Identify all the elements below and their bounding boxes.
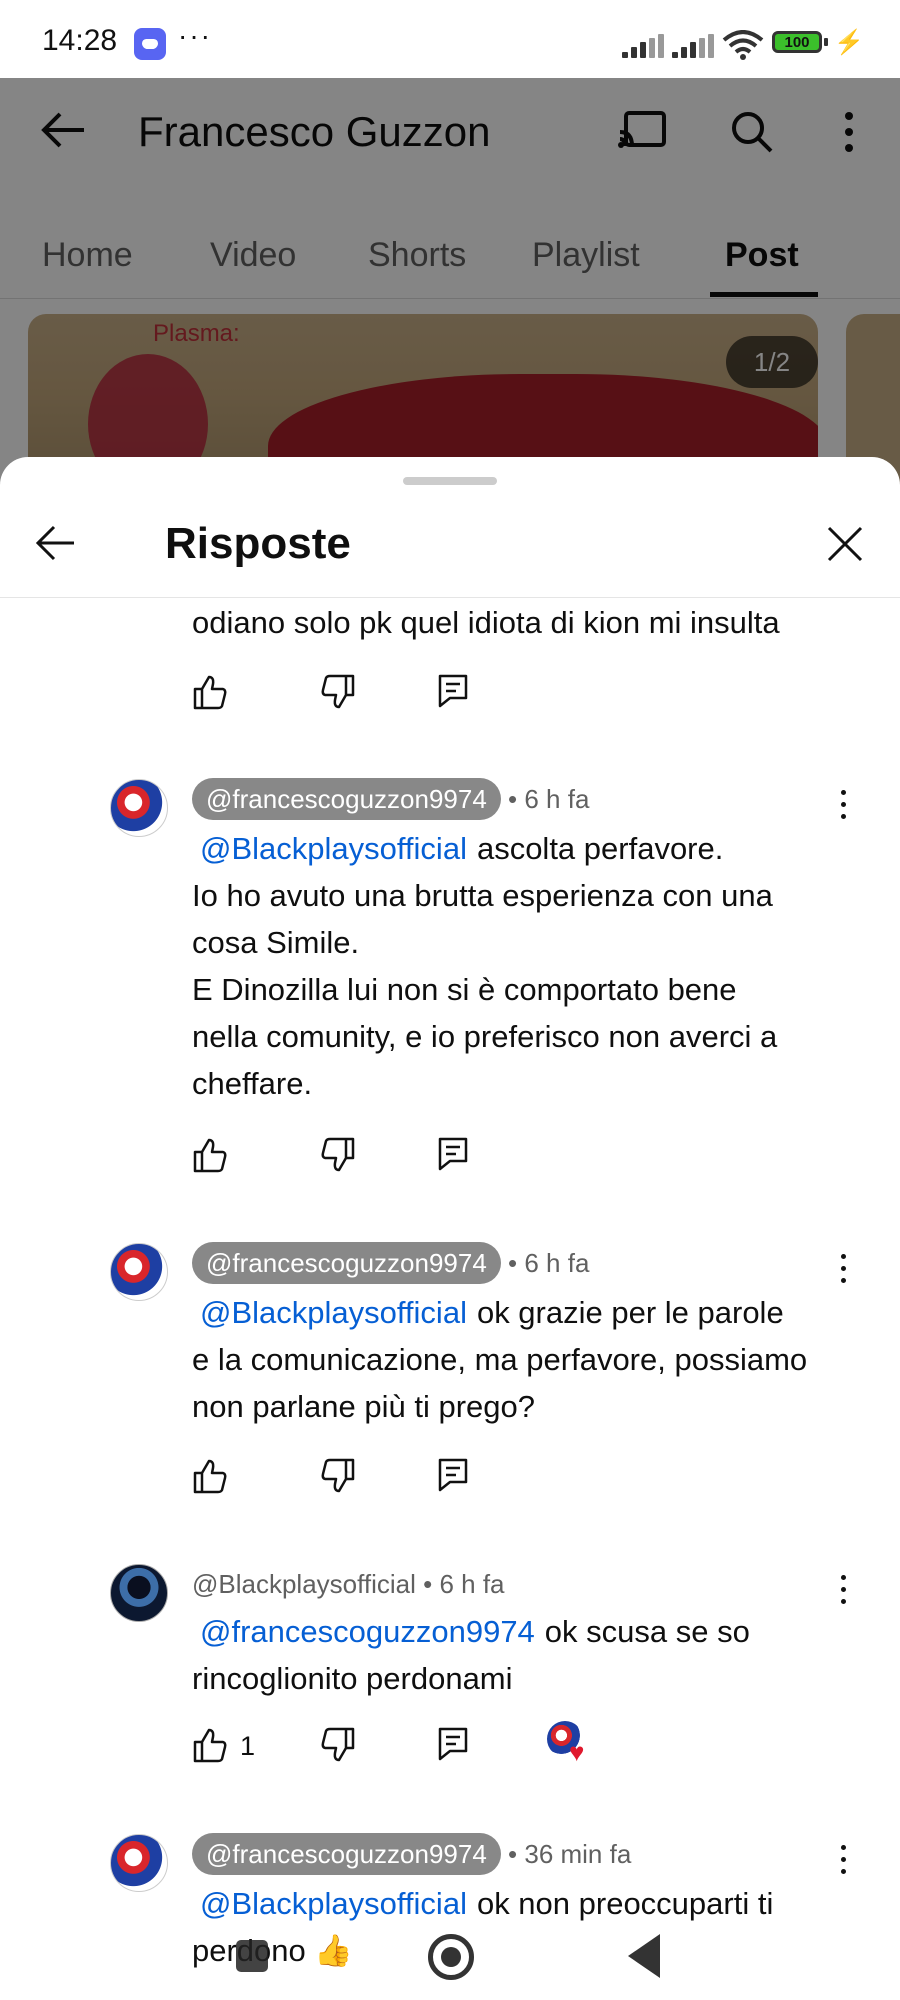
avatar[interactable]	[110, 1243, 168, 1301]
status-time: 14:28	[42, 24, 118, 57]
back-icon[interactable]	[628, 1934, 660, 1978]
reply-icon[interactable]	[438, 1458, 468, 1492]
system-nav-bar	[0, 1910, 900, 2000]
status-bar: 14:28 ··· 100 ⚡	[0, 0, 900, 78]
avatar[interactable]	[110, 779, 168, 837]
dislike-icon[interactable]	[320, 1137, 356, 1173]
back-arrow-icon[interactable]	[34, 523, 76, 563]
comment-time: • 6 h fa	[423, 1569, 505, 1599]
comment-meta: @francescoguzzon9974 • 36 min fa	[192, 1833, 631, 1875]
wifi-icon	[722, 30, 764, 60]
comment-time: • 36 min fa	[508, 1839, 632, 1869]
like-icon[interactable]	[192, 1137, 228, 1173]
discord-notification-icon	[134, 28, 166, 60]
replies-sheet: Risposte odiano solo pk quel idiota di k…	[0, 457, 900, 2000]
reply-icon[interactable]	[438, 674, 468, 708]
battery-tip	[824, 38, 828, 46]
battery-icon: 100	[772, 31, 822, 53]
avatar[interactable]	[110, 1834, 168, 1892]
comment-meta: @francescoguzzon9974 • 6 h fa	[192, 778, 589, 820]
reply-icon[interactable]	[438, 1137, 468, 1171]
comment-time: • 6 h fa	[508, 784, 590, 814]
author-handle[interactable]: @Blackplaysofficial	[192, 1569, 416, 1599]
sheet-header: Risposte	[0, 497, 900, 598]
like-icon[interactable]	[192, 674, 228, 710]
dislike-icon[interactable]	[320, 1458, 356, 1494]
comment-menu-icon[interactable]	[838, 1254, 848, 1288]
creator-heart-icon: ♥	[547, 1721, 584, 1767]
dislike-icon[interactable]	[320, 1727, 356, 1763]
mention-link[interactable]: @francescoguzzon9974	[200, 1614, 535, 1649]
comment-time: • 6 h fa	[508, 1248, 590, 1278]
comment-meta: @francescoguzzon9974 • 6 h fa	[192, 1242, 589, 1284]
avatar[interactable]	[110, 1564, 168, 1622]
comment-actions: 1 ♥	[192, 1721, 612, 1767]
author-handle[interactable]: @francescoguzzon9974	[192, 1242, 501, 1284]
comment-text: @Blackplaysofficial ok grazie per le paro…	[192, 1295, 808, 1424]
sheet-title: Risposte	[165, 519, 351, 568]
author-handle[interactable]: @francescoguzzon9974	[192, 1833, 501, 1875]
comment-meta: @Blackplaysofficial • 6 h fa	[192, 1563, 505, 1605]
like-icon[interactable]	[192, 1727, 228, 1763]
charging-icon: ⚡	[834, 29, 864, 56]
like-icon[interactable]	[192, 1458, 228, 1494]
comment-text: @francescoguzzon9974 ok scusa se so rinco…	[192, 1614, 750, 1696]
comment-menu-icon[interactable]	[838, 1845, 848, 1879]
dislike-icon[interactable]	[320, 674, 356, 710]
signal-icon	[622, 34, 666, 58]
recents-icon[interactable]	[236, 1940, 268, 1972]
author-handle[interactable]: @francescoguzzon9974	[192, 778, 501, 820]
home-icon[interactable]	[428, 1934, 474, 1980]
signal-icon	[672, 34, 716, 58]
mention-link[interactable]: @Blackplaysofficial	[200, 831, 467, 866]
comment-text: odiano solo pk quel idiota di kion mi in…	[192, 605, 780, 640]
comment-text: @Blackplaysofficial ascolta perfavore. Io…	[192, 831, 778, 1101]
comment-menu-icon[interactable]	[838, 790, 848, 824]
heart-icon: ♥	[569, 1737, 585, 1767]
reply-icon[interactable]	[438, 1727, 468, 1761]
more-notifications-icon: ···	[178, 20, 212, 51]
close-icon[interactable]	[826, 525, 864, 563]
mention-link[interactable]: @Blackplaysofficial	[200, 1295, 467, 1330]
comment-menu-icon[interactable]	[838, 1575, 848, 1609]
drag-handle[interactable]	[403, 477, 497, 485]
like-count: 1	[240, 1731, 256, 1761]
